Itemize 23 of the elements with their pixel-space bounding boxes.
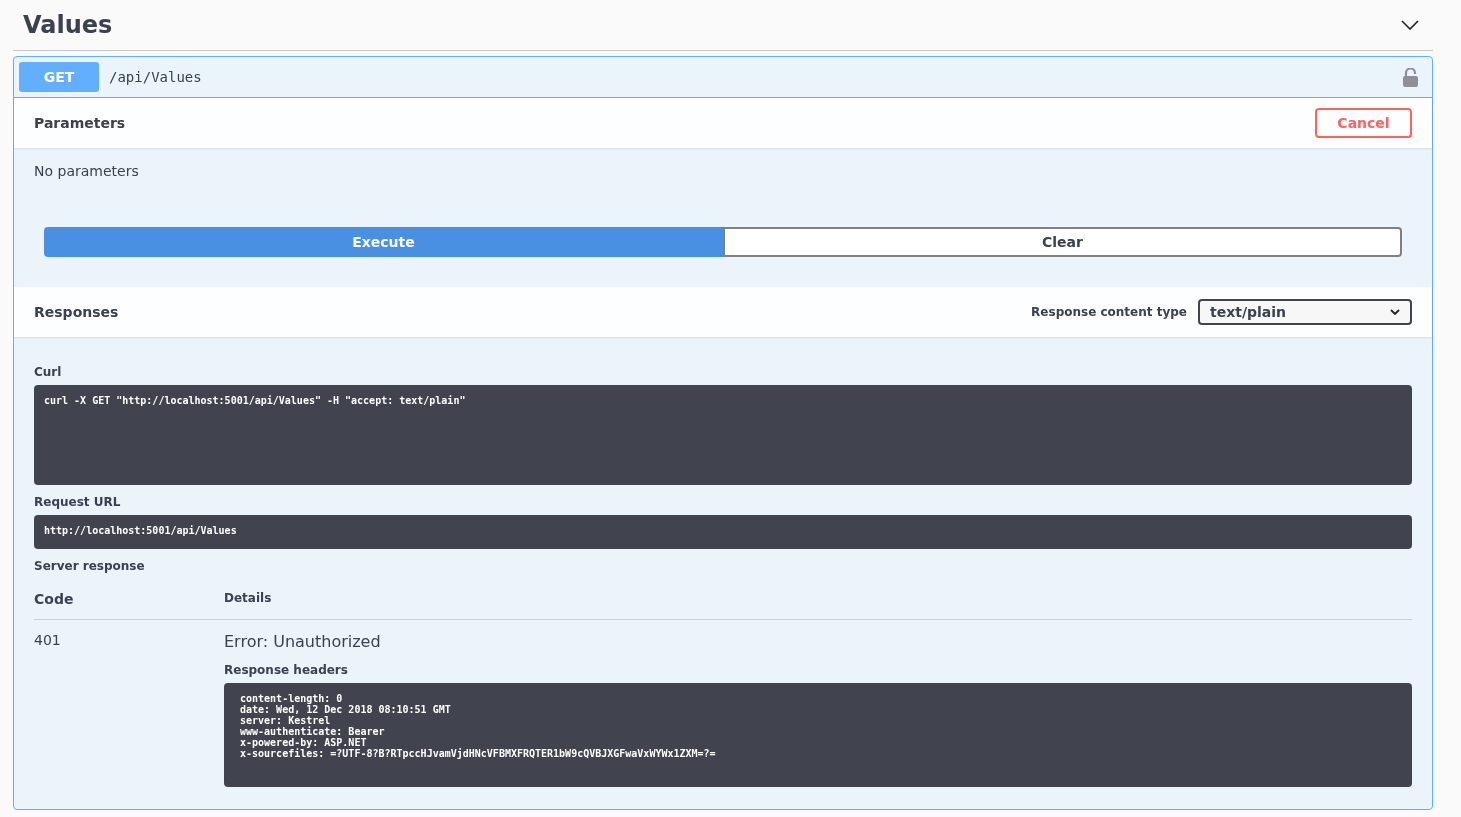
clear-button[interactable]: Clear	[723, 227, 1402, 257]
no-parameters-text: No parameters	[34, 163, 139, 179]
column-header: Code	[34, 579, 224, 620]
response-headers-block: content-length: 0 date: Wed, 12 Dec 2018 08:10:51 GMT server: Kestrel www-authenticate: Bearer x-powered-by: ASP.NET x-sourcefiles: =?UTF-8?B?RTpccHJvamVjdHNcVFBMXFRQTER1bW9cQVBJXGFwaVxWYWx1ZXM=?=	[224, 683, 1412, 787]
server-response-label: Server response	[34, 559, 146, 573]
curl-command: curl -X GET "http://localhost:5001/api/Values" -H "accept: text/plain"	[34, 385, 1412, 485]
chevron-down-icon[interactable]	[1401, 20, 1419, 30]
content-type-select[interactable]: text/plain	[1198, 299, 1412, 325]
section-title: Values	[23, 11, 113, 39]
curl-label: Curl	[34, 365, 63, 379]
caret-icon	[1390, 309, 1400, 315]
column-header: Details	[224, 579, 1412, 620]
unlocked-lock-icon[interactable]	[1403, 67, 1418, 87]
error-message: Error: Unauthorized	[224, 632, 382, 651]
content-type-label: Response content type	[1031, 305, 1187, 319]
parameters-heading: Parameters	[34, 115, 126, 131]
status-code: 401	[34, 632, 62, 648]
responses-heading: Responses	[34, 304, 119, 320]
endpoint-path: /api/Values	[109, 69, 203, 85]
request-url-label: Request URL	[34, 495, 122, 509]
response-headers-label: Response headers	[224, 663, 349, 677]
method-badge: GET	[19, 62, 99, 92]
request-url-value: http://localhost:5001/api/Values	[34, 515, 1412, 549]
